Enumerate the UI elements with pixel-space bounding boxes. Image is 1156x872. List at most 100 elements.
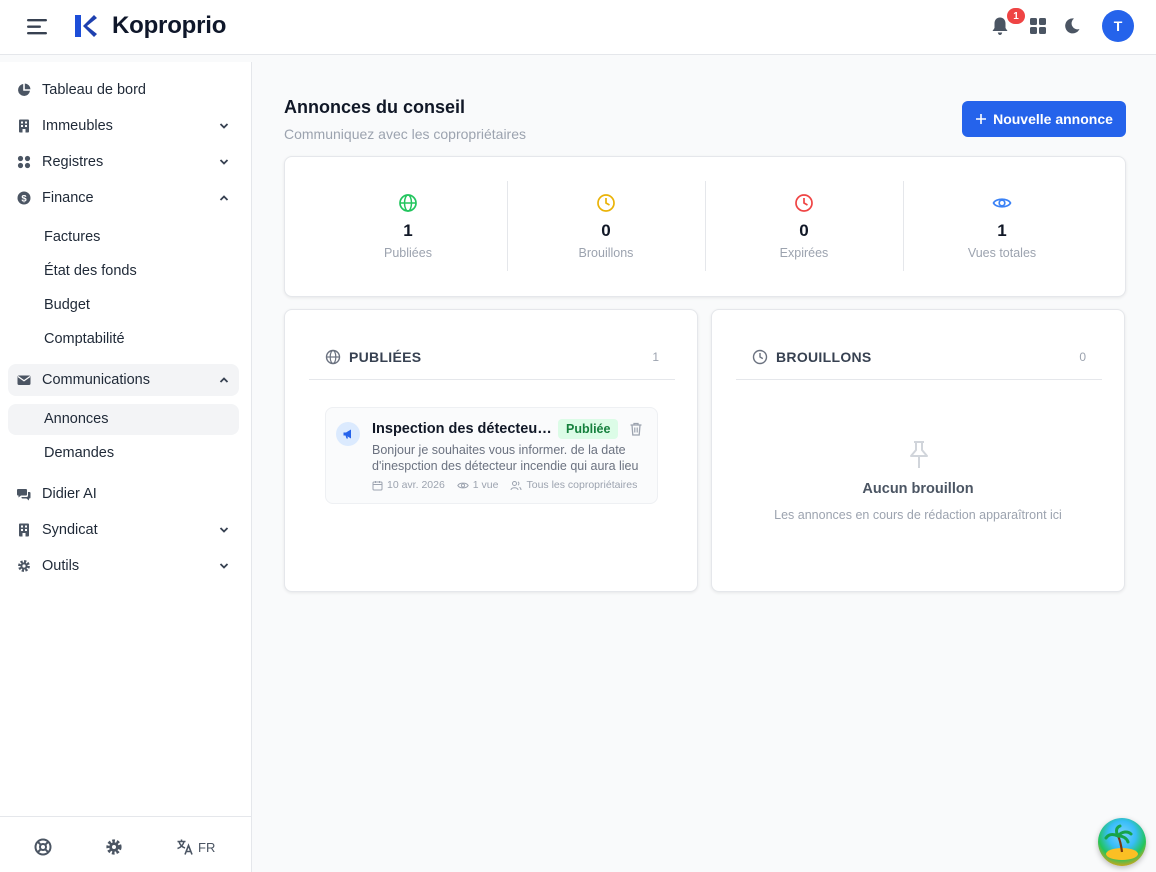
sidebar-item-communications[interactable]: Communications [8, 364, 239, 396]
sidebar-item-label: Communications [42, 372, 150, 388]
chevron-down-icon [219, 525, 229, 535]
assistant-floating-button[interactable] [1098, 818, 1146, 866]
clock-icon [794, 193, 814, 213]
new-announcement-label: Nouvelle annonce [993, 111, 1113, 127]
announcement-title: Inspection des détecteurs incendie [372, 421, 552, 437]
translate-icon [176, 838, 194, 856]
settings-gear-icon[interactable] [105, 837, 123, 857]
calendar-icon [372, 480, 383, 491]
svg-text:$: $ [21, 194, 27, 205]
sidebar-item-tableau-de-bord[interactable]: Tableau de bord [8, 74, 239, 106]
clock-icon [596, 193, 616, 213]
sidebar-subitem-budget[interactable]: Budget [8, 290, 239, 321]
dark-mode-moon-icon[interactable] [1060, 14, 1084, 38]
page-subtitle: Communiquez avec les copropriétaires [284, 126, 526, 142]
plus-icon [975, 113, 987, 125]
island-icon [1104, 824, 1138, 860]
published-panel-title: PUBLIÉES [349, 349, 422, 365]
published-panel: PUBLIÉES 1 Inspection des détecteurs inc… [284, 309, 698, 592]
koproprio-logo-icon[interactable] [72, 12, 98, 40]
sidebar-item-outils[interactable]: Outils [8, 550, 239, 582]
stat-label: Publiées [384, 246, 432, 260]
stat-label: Expirées [779, 246, 829, 260]
stat-value: 0 [601, 221, 611, 240]
new-announcement-button[interactable]: Nouvelle annonce [962, 101, 1126, 137]
empty-state-subtitle: Les annonces en cours de rédaction appar… [774, 508, 1062, 522]
apps-grid-icon[interactable] [1026, 14, 1050, 38]
brand-name[interactable]: Koproprio [112, 12, 226, 40]
gear-icon [17, 559, 31, 573]
menu-icon[interactable] [26, 16, 50, 38]
announcement-card[interactable]: Inspection des détecteurs incendie Publi… [325, 407, 658, 504]
chevron-up-icon [219, 375, 229, 385]
announcement-meta: 10 avr. 2026 1 vue Tous les copropriétai… [372, 479, 637, 491]
mail-icon [17, 373, 31, 387]
language-switcher[interactable]: FR [176, 837, 215, 857]
sidebar-subitem-demandes[interactable]: Demandes [8, 438, 239, 469]
announcement-audience: Tous les copropriétaires [510, 479, 637, 491]
drafts-panel: BROUILLONS 0 Aucun brouillon Les annonce… [711, 309, 1125, 592]
sidebar-subitem-annonces[interactable]: Annonces [8, 404, 239, 435]
sidebar-item-didier-ai[interactable]: Didier AI [8, 478, 239, 510]
drafts-panel-header: BROUILLONS 0 [736, 346, 1102, 380]
published-panel-header: PUBLIÉES 1 [309, 346, 675, 380]
sidebar-item-registres[interactable]: Registres [8, 146, 239, 178]
help-lifebuoy-icon[interactable] [34, 837, 52, 857]
stat-drafts: 0 Brouillons [507, 181, 705, 271]
sidebar-subitem-etat-des-fonds[interactable]: État des fonds [8, 256, 239, 287]
chevron-up-icon [219, 193, 229, 203]
sidebar-item-label: Immeubles [42, 118, 113, 134]
sidebar-item-finance[interactable]: $ Finance [8, 182, 239, 214]
top-bar: Koproprio 1 T [0, 0, 1156, 55]
dollar-icon: $ [17, 191, 31, 205]
sidebar-item-immeubles[interactable]: Immeubles [8, 110, 239, 142]
drafts-panel-title: BROUILLONS [776, 349, 872, 365]
sidebar-footer: FR [0, 816, 251, 872]
megaphone-icon [336, 422, 360, 446]
stat-value: 1 [403, 221, 413, 240]
status-badge: Publiée [558, 419, 619, 439]
sidebar-item-label: Syndicat [42, 522, 98, 538]
sidebar-item-label: Tableau de bord [42, 82, 146, 98]
notification-count-badge: 1 [1007, 8, 1025, 24]
delete-trash-icon[interactable] [628, 421, 644, 437]
sidebar-item-label: Finance [42, 190, 94, 206]
user-avatar[interactable]: T [1102, 10, 1134, 42]
drafts-count: 0 [1079, 350, 1086, 364]
eye-icon [457, 480, 469, 491]
stat-published: 1 Publiées [309, 181, 507, 271]
chevron-down-icon [219, 121, 229, 131]
chat-icon [17, 487, 31, 501]
stat-value: 0 [799, 221, 809, 240]
eye-icon [992, 193, 1012, 213]
announcement-views: 1 vue [457, 479, 498, 491]
building-icon [17, 523, 31, 537]
sidebar-item-label: Didier AI [42, 486, 97, 502]
globe-icon [325, 349, 341, 365]
stat-expired: 0 Expirées [705, 181, 903, 271]
sidebar: Tableau de bord Immeubles Registres $ Fi… [0, 62, 252, 872]
pie-chart-icon [17, 83, 31, 97]
clock-icon [752, 349, 768, 365]
grid-icon [17, 155, 31, 169]
sidebar-subitem-comptabilite[interactable]: Comptabilité [8, 324, 239, 355]
stat-label: Brouillons [578, 246, 634, 260]
announcement-date: 10 avr. 2026 [372, 479, 445, 491]
page-title: Annonces du conseil [284, 97, 466, 117]
published-count: 1 [652, 350, 659, 364]
stat-label: Vues totales [967, 246, 1037, 260]
stats-card: 1 Publiées 0 Brouillons 0 Expirées 1 Vue… [284, 156, 1126, 297]
chevron-down-icon [219, 157, 229, 167]
sidebar-subitem-factures[interactable]: Factures [8, 222, 239, 253]
language-code: FR [198, 839, 216, 855]
globe-icon [398, 193, 418, 213]
empty-state-title: Aucun brouillon [862, 481, 974, 497]
sidebar-item-label: Outils [42, 558, 80, 574]
stat-total-views: 1 Vues totales [903, 181, 1101, 271]
sidebar-item-label: Registres [42, 154, 104, 170]
stat-value: 1 [997, 221, 1007, 240]
chevron-down-icon [219, 561, 229, 571]
pin-icon [907, 440, 931, 470]
sidebar-item-syndicat[interactable]: Syndicat [8, 514, 239, 546]
announcement-body: Bonjour je souhaites vous informer. de l… [372, 443, 639, 473]
